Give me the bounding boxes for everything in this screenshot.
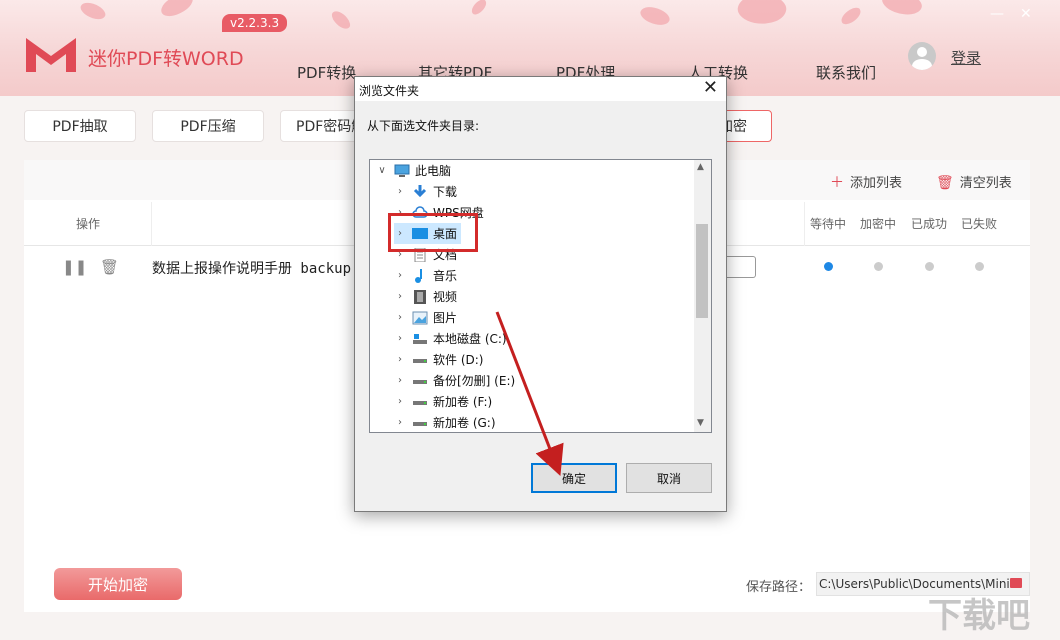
- petal-decoration: [157, 0, 197, 20]
- petal-decoration: [329, 7, 353, 33]
- col-waiting: 等待中: [810, 217, 847, 231]
- status-success-dot: [925, 262, 934, 271]
- save-path-label: 保存路径：: [746, 580, 812, 595]
- folder-tree[interactable]: ∨ 此电脑 › 下载 › WPS网盘 › 桌面 › 文档 › 音乐 › 视频 › 图片 › 本地磁盘 (C:) › 软…: [369, 159, 712, 433]
- chevron-right-icon[interactable]: ›: [394, 270, 406, 281]
- tree-item[interactable]: › 下载: [394, 181, 457, 202]
- scroll-down-icon[interactable]: ▼: [697, 418, 704, 428]
- video-icon: [412, 289, 428, 304]
- pause-icon[interactable]: ❚❚: [62, 258, 87, 276]
- chevron-right-icon[interactable]: ›: [394, 312, 406, 323]
- status-encrypting-dot: [874, 262, 883, 271]
- tree-item-label: 新加卷 (G:): [433, 416, 496, 430]
- plus-icon: ＋: [830, 175, 844, 191]
- chevron-right-icon[interactable]: ›: [394, 354, 406, 365]
- col-operation: 操作: [76, 217, 101, 231]
- tree-item-label: 图片: [433, 311, 458, 325]
- delete-icon[interactable]: 🗑: [100, 258, 119, 276]
- tree-item[interactable]: › 软件 (D:): [394, 349, 483, 370]
- status-failed-dot: [975, 262, 984, 271]
- tree-item-label: 本地磁盘 (C:): [433, 332, 507, 346]
- tree-item-label: 备份[勿删] (E:): [433, 374, 516, 388]
- tree-item-label: 下载: [433, 185, 458, 199]
- petal-decoration: [468, 0, 490, 17]
- chevron-right-icon[interactable]: ›: [394, 375, 406, 386]
- minimize-icon[interactable]: —: [990, 6, 1004, 22]
- tree-item-label: 音乐: [433, 269, 458, 283]
- password-input[interactable]: [724, 256, 756, 278]
- tree-item[interactable]: › 图片: [394, 307, 457, 328]
- start-encrypt-button[interactable]: 开始加密: [54, 568, 182, 600]
- app-title: 迷你PDF转WORD: [88, 48, 244, 70]
- picture-icon: [412, 311, 428, 325]
- col-failed: 已失败: [961, 217, 998, 231]
- col-success: 已成功: [911, 217, 948, 231]
- scroll-thumb[interactable]: [696, 224, 708, 318]
- file-name: 数据上报操作说明手册 backup: [152, 261, 352, 277]
- highlight-box: [388, 213, 478, 252]
- chevron-right-icon[interactable]: ›: [394, 333, 406, 344]
- petal-decoration: [879, 0, 925, 21]
- chevron-right-icon[interactable]: ›: [394, 186, 406, 197]
- drive-icon: [412, 374, 428, 388]
- add-list-label: 添加列表: [850, 176, 903, 191]
- tree-item-label: 视频: [433, 290, 458, 304]
- nav-pdf-convert[interactable]: PDF转换: [297, 62, 356, 83]
- cancel-button[interactable]: 取消: [626, 463, 712, 493]
- drive-icon: [412, 353, 428, 367]
- petal-decoration: [735, 0, 789, 28]
- column-divider: [804, 202, 805, 246]
- nav-contact[interactable]: 联系我们: [816, 62, 876, 83]
- clear-list-button[interactable]: 🗑 清空列表: [936, 172, 1012, 191]
- pc-icon: [394, 164, 410, 178]
- browse-folder-dialog: 浏览文件夹 ✕ 从下面选文件夹目录: ∨ 此电脑 › 下载 › WPS网盘 › 桌面 › 文档 › 音…: [354, 76, 727, 512]
- chevron-right-icon[interactable]: ›: [394, 396, 406, 407]
- scroll-up-icon[interactable]: ▲: [697, 162, 704, 172]
- download-icon: [412, 184, 428, 199]
- chevron-right-icon[interactable]: ›: [394, 417, 406, 428]
- login-link[interactable]: 登录: [951, 47, 981, 68]
- tree-item[interactable]: › 视频: [394, 286, 457, 307]
- tree-item-label: 软件 (D:): [433, 353, 484, 367]
- tree-item[interactable]: › 新加卷 (G:): [394, 412, 496, 432]
- trash-icon: 🗑: [936, 175, 954, 191]
- tree-item[interactable]: ∨ 此电脑: [376, 160, 451, 181]
- chevron-down-icon[interactable]: ∨: [376, 165, 388, 176]
- tree-item-label: 新加卷 (F:): [433, 395, 493, 409]
- tree-item-label: 此电脑: [415, 164, 452, 178]
- avatar[interactable]: [908, 42, 936, 70]
- status-waiting-dot: [824, 262, 833, 271]
- tool-pdf-compress[interactable]: PDF压缩: [152, 110, 264, 142]
- version-badge: v2.2.3.3: [222, 14, 288, 32]
- dialog-titlebar: 浏览文件夹 ✕: [355, 77, 726, 101]
- watermark: 下载吧: [928, 596, 1030, 636]
- drive-c-icon: [412, 332, 428, 346]
- petal-decoration: [78, 0, 108, 24]
- dialog-title: 浏览文件夹: [359, 84, 420, 98]
- clear-list-label: 清空列表: [959, 176, 1012, 191]
- dialog-close-icon[interactable]: ✕: [703, 77, 718, 98]
- drive-icon: [412, 416, 428, 430]
- petal-decoration: [838, 5, 864, 27]
- tree-scrollbar[interactable]: ▲ ▼: [694, 160, 711, 432]
- tree-item[interactable]: › 备份[勿删] (E:): [394, 370, 515, 391]
- tree-item[interactable]: › 本地磁盘 (C:): [394, 328, 507, 349]
- ok-button[interactable]: 确定: [531, 463, 617, 493]
- folder-icon[interactable]: [1010, 578, 1022, 588]
- chevron-right-icon[interactable]: ›: [394, 291, 406, 302]
- tree-item[interactable]: › 新加卷 (F:): [394, 391, 492, 412]
- music-icon: [412, 268, 428, 283]
- petal-decoration: [638, 2, 672, 30]
- close-icon[interactable]: ✕: [1020, 6, 1032, 22]
- tool-pdf-extract[interactable]: PDF抽取: [24, 110, 136, 142]
- dialog-instruction: 从下面选文件夹目录:: [367, 119, 480, 133]
- app-logo-icon: [26, 38, 76, 72]
- column-divider: [151, 202, 152, 246]
- add-list-button[interactable]: ＋ 添加列表: [830, 172, 902, 192]
- tree-item[interactable]: › 音乐: [394, 265, 457, 286]
- drive-icon: [412, 395, 428, 409]
- col-encrypting: 加密中: [860, 217, 897, 231]
